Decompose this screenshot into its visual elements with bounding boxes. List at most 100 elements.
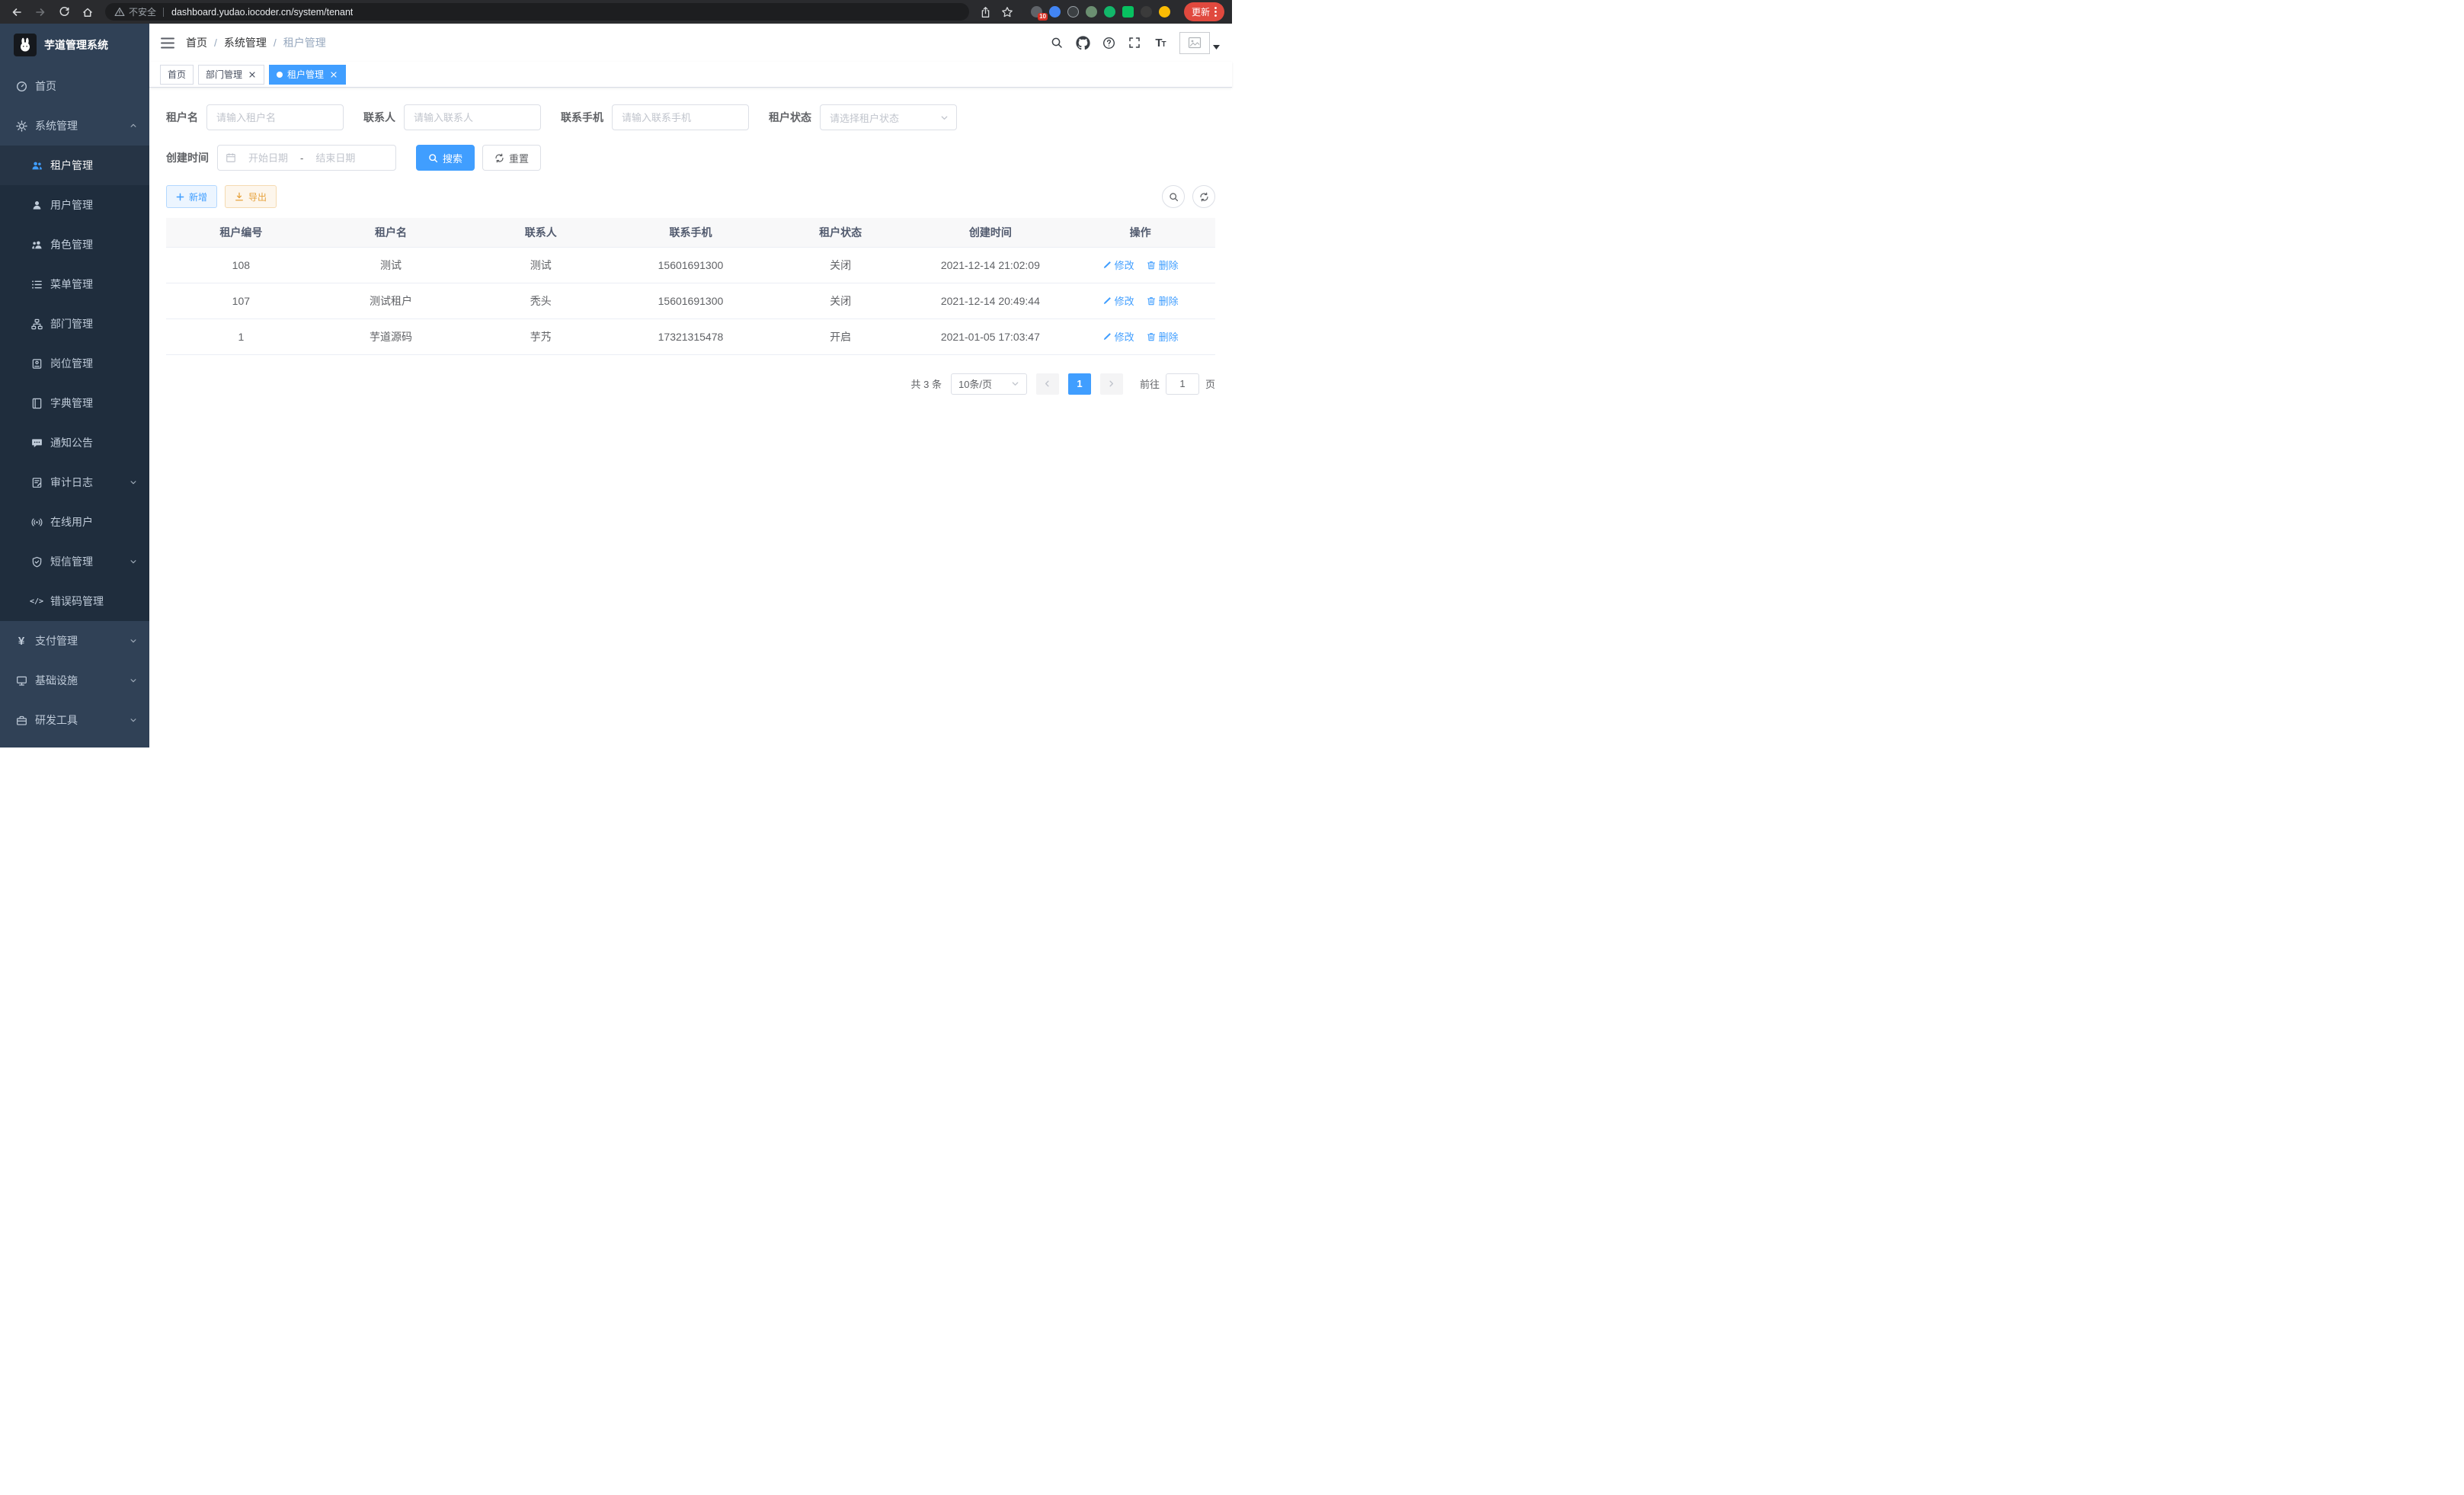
prev-page-button[interactable] <box>1036 373 1059 395</box>
plus-icon <box>176 193 184 201</box>
download-icon <box>235 192 244 201</box>
total-count: 共 3 条 <box>911 376 942 391</box>
app-window: 芋道管理系统 首页 系统管理 租户管理 用户管理 角色管 <box>0 24 1232 748</box>
sidebar-item-user-management[interactable]: 用户管理 <box>0 185 149 225</box>
goto-page-input[interactable] <box>1166 373 1199 395</box>
add-button[interactable]: 新增 <box>166 185 217 208</box>
delete-icon <box>1147 296 1156 306</box>
contact-input[interactable] <box>404 104 541 130</box>
page-number-button[interactable]: 1 <box>1068 373 1091 395</box>
address-bar[interactable]: 不安全 dashboard.yudao.iocoder.cn/system/te… <box>105 3 969 21</box>
tenant-name-input[interactable] <box>206 104 344 130</box>
sidebar-item-infrastructure[interactable]: 基础设施 <box>0 661 149 700</box>
phone-input[interactable] <box>612 104 749 130</box>
extension-icon[interactable] <box>1067 6 1079 18</box>
sidebar-item-post-management[interactable]: 岗位管理 <box>0 344 149 383</box>
end-date-input[interactable] <box>306 152 364 164</box>
start-date-input[interactable] <box>239 152 297 164</box>
tab-tenant-management[interactable]: 租户管理 <box>269 65 346 85</box>
sidebar-collapse-icon[interactable] <box>149 37 186 49</box>
sidebar-item-sms-management[interactable]: 短信管理 <box>0 542 149 581</box>
edit-row-button[interactable]: 修改 <box>1102 258 1134 272</box>
table-header-row: 租户编号 租户名 联系人 联系手机 租户状态 创建时间 操作 <box>166 218 1215 247</box>
github-icon[interactable] <box>1070 30 1096 56</box>
breadcrumb-system: 系统管理 <box>224 35 267 50</box>
extension-icon[interactable] <box>1122 6 1134 18</box>
extension-icon[interactable] <box>1086 6 1097 18</box>
announcement-icon <box>30 437 43 449</box>
sidebar-item-payment[interactable]: ¥ 支付管理 <box>0 621 149 661</box>
page-size-value: 10条/页 <box>958 376 992 391</box>
extension-icon[interactable] <box>1049 6 1061 18</box>
close-icon[interactable] <box>328 69 338 79</box>
sidebar-item-dict-management[interactable]: 字典管理 <box>0 383 149 423</box>
extension-icon[interactable] <box>1159 6 1170 18</box>
sidebar-item-audit-log[interactable]: 审计日志 <box>0 463 149 502</box>
extension-icon[interactable] <box>1104 6 1115 18</box>
caret-down-icon[interactable] <box>1213 45 1220 50</box>
sidebar-item-dept-management[interactable]: 部门管理 <box>0 304 149 344</box>
cell-phone: 15601691300 <box>616 283 766 319</box>
sidebar-item-home[interactable]: 首页 <box>0 66 149 106</box>
search-button[interactable]: 搜索 <box>416 145 475 171</box>
toggle-search-button[interactable] <box>1162 185 1185 208</box>
delete-label: 删除 <box>1159 258 1179 272</box>
delete-row-button[interactable]: 删除 <box>1147 293 1179 308</box>
fullscreen-icon[interactable] <box>1122 30 1147 56</box>
extension-icon[interactable] <box>1141 6 1152 18</box>
goto-label: 前往 <box>1140 376 1160 391</box>
breadcrumb-separator: / <box>214 37 217 49</box>
sidebar-item-system-management[interactable]: 系统管理 <box>0 106 149 146</box>
edit-row-button[interactable]: 修改 <box>1102 293 1134 308</box>
breadcrumb-home[interactable]: 首页 <box>186 35 207 50</box>
delete-row-button[interactable]: 删除 <box>1147 258 1179 272</box>
column-header: 租户编号 <box>166 218 316 247</box>
chevron-down-icon <box>130 479 137 486</box>
browser-update-button[interactable]: 更新 <box>1184 2 1224 21</box>
tab-home[interactable]: 首页 <box>160 65 194 85</box>
app-logo[interactable]: 芋道管理系统 <box>0 24 149 66</box>
next-page-button[interactable] <box>1100 373 1123 395</box>
export-button[interactable]: 导出 <box>225 185 277 208</box>
sidebar-item-role-management[interactable]: 角色管理 <box>0 225 149 264</box>
edit-row-button[interactable]: 修改 <box>1102 329 1134 344</box>
bookmark-star-icon[interactable] <box>998 3 1016 21</box>
refresh-table-button[interactable] <box>1192 185 1215 208</box>
broken-image-icon <box>1188 37 1202 49</box>
cell-tenant-name: 芋道源码 <box>316 319 466 354</box>
app-title: 芋道管理系统 <box>44 37 108 53</box>
status-select[interactable]: 请选择租户状态 <box>820 104 957 130</box>
edit-label: 修改 <box>1115 329 1134 344</box>
close-icon[interactable] <box>247 69 257 79</box>
search-icon[interactable] <box>1044 30 1070 56</box>
font-size-icon[interactable]: TT <box>1147 30 1173 56</box>
forward-icon[interactable] <box>31 3 50 21</box>
date-range-picker[interactable]: - <box>217 145 396 171</box>
home-icon[interactable] <box>78 3 97 21</box>
sidebar-item-notice[interactable]: 通知公告 <box>0 423 149 463</box>
page-size-select[interactable]: 10条/页 <box>951 373 1027 395</box>
security-warning-icon[interactable] <box>114 7 125 17</box>
share-icon[interactable] <box>977 3 995 21</box>
sidebar-item-menu-management[interactable]: 菜单管理 <box>0 264 149 304</box>
extension-icon[interactable]: 10 <box>1031 6 1042 18</box>
table-toolbar-right <box>1154 185 1215 208</box>
cell-tenant-id: 108 <box>166 247 316 283</box>
url-text[interactable]: dashboard.yudao.iocoder.cn/system/tenant <box>171 7 353 18</box>
sidebar-item-online-users[interactable]: 在线用户 <box>0 502 149 542</box>
column-header: 操作 <box>1065 218 1215 247</box>
tab-dept-management[interactable]: 部门管理 <box>198 65 264 85</box>
delete-row-button[interactable]: 删除 <box>1147 329 1179 344</box>
sidebar-item-error-code-management[interactable]: </> 错误码管理 <box>0 581 149 621</box>
contact-label: 联系人 <box>363 110 395 125</box>
reload-icon[interactable] <box>55 3 73 21</box>
help-icon[interactable] <box>1096 30 1122 56</box>
edit-label: 修改 <box>1115 293 1134 308</box>
reset-button[interactable]: 重置 <box>482 145 541 171</box>
sidebar-item-dev-tools[interactable]: 研发工具 <box>0 700 149 740</box>
back-icon[interactable] <box>8 3 26 21</box>
delete-label: 删除 <box>1159 293 1179 308</box>
avatar[interactable] <box>1179 32 1210 54</box>
search-button-label: 搜索 <box>443 151 462 165</box>
sidebar-item-tenant-management[interactable]: 租户管理 <box>0 146 149 185</box>
